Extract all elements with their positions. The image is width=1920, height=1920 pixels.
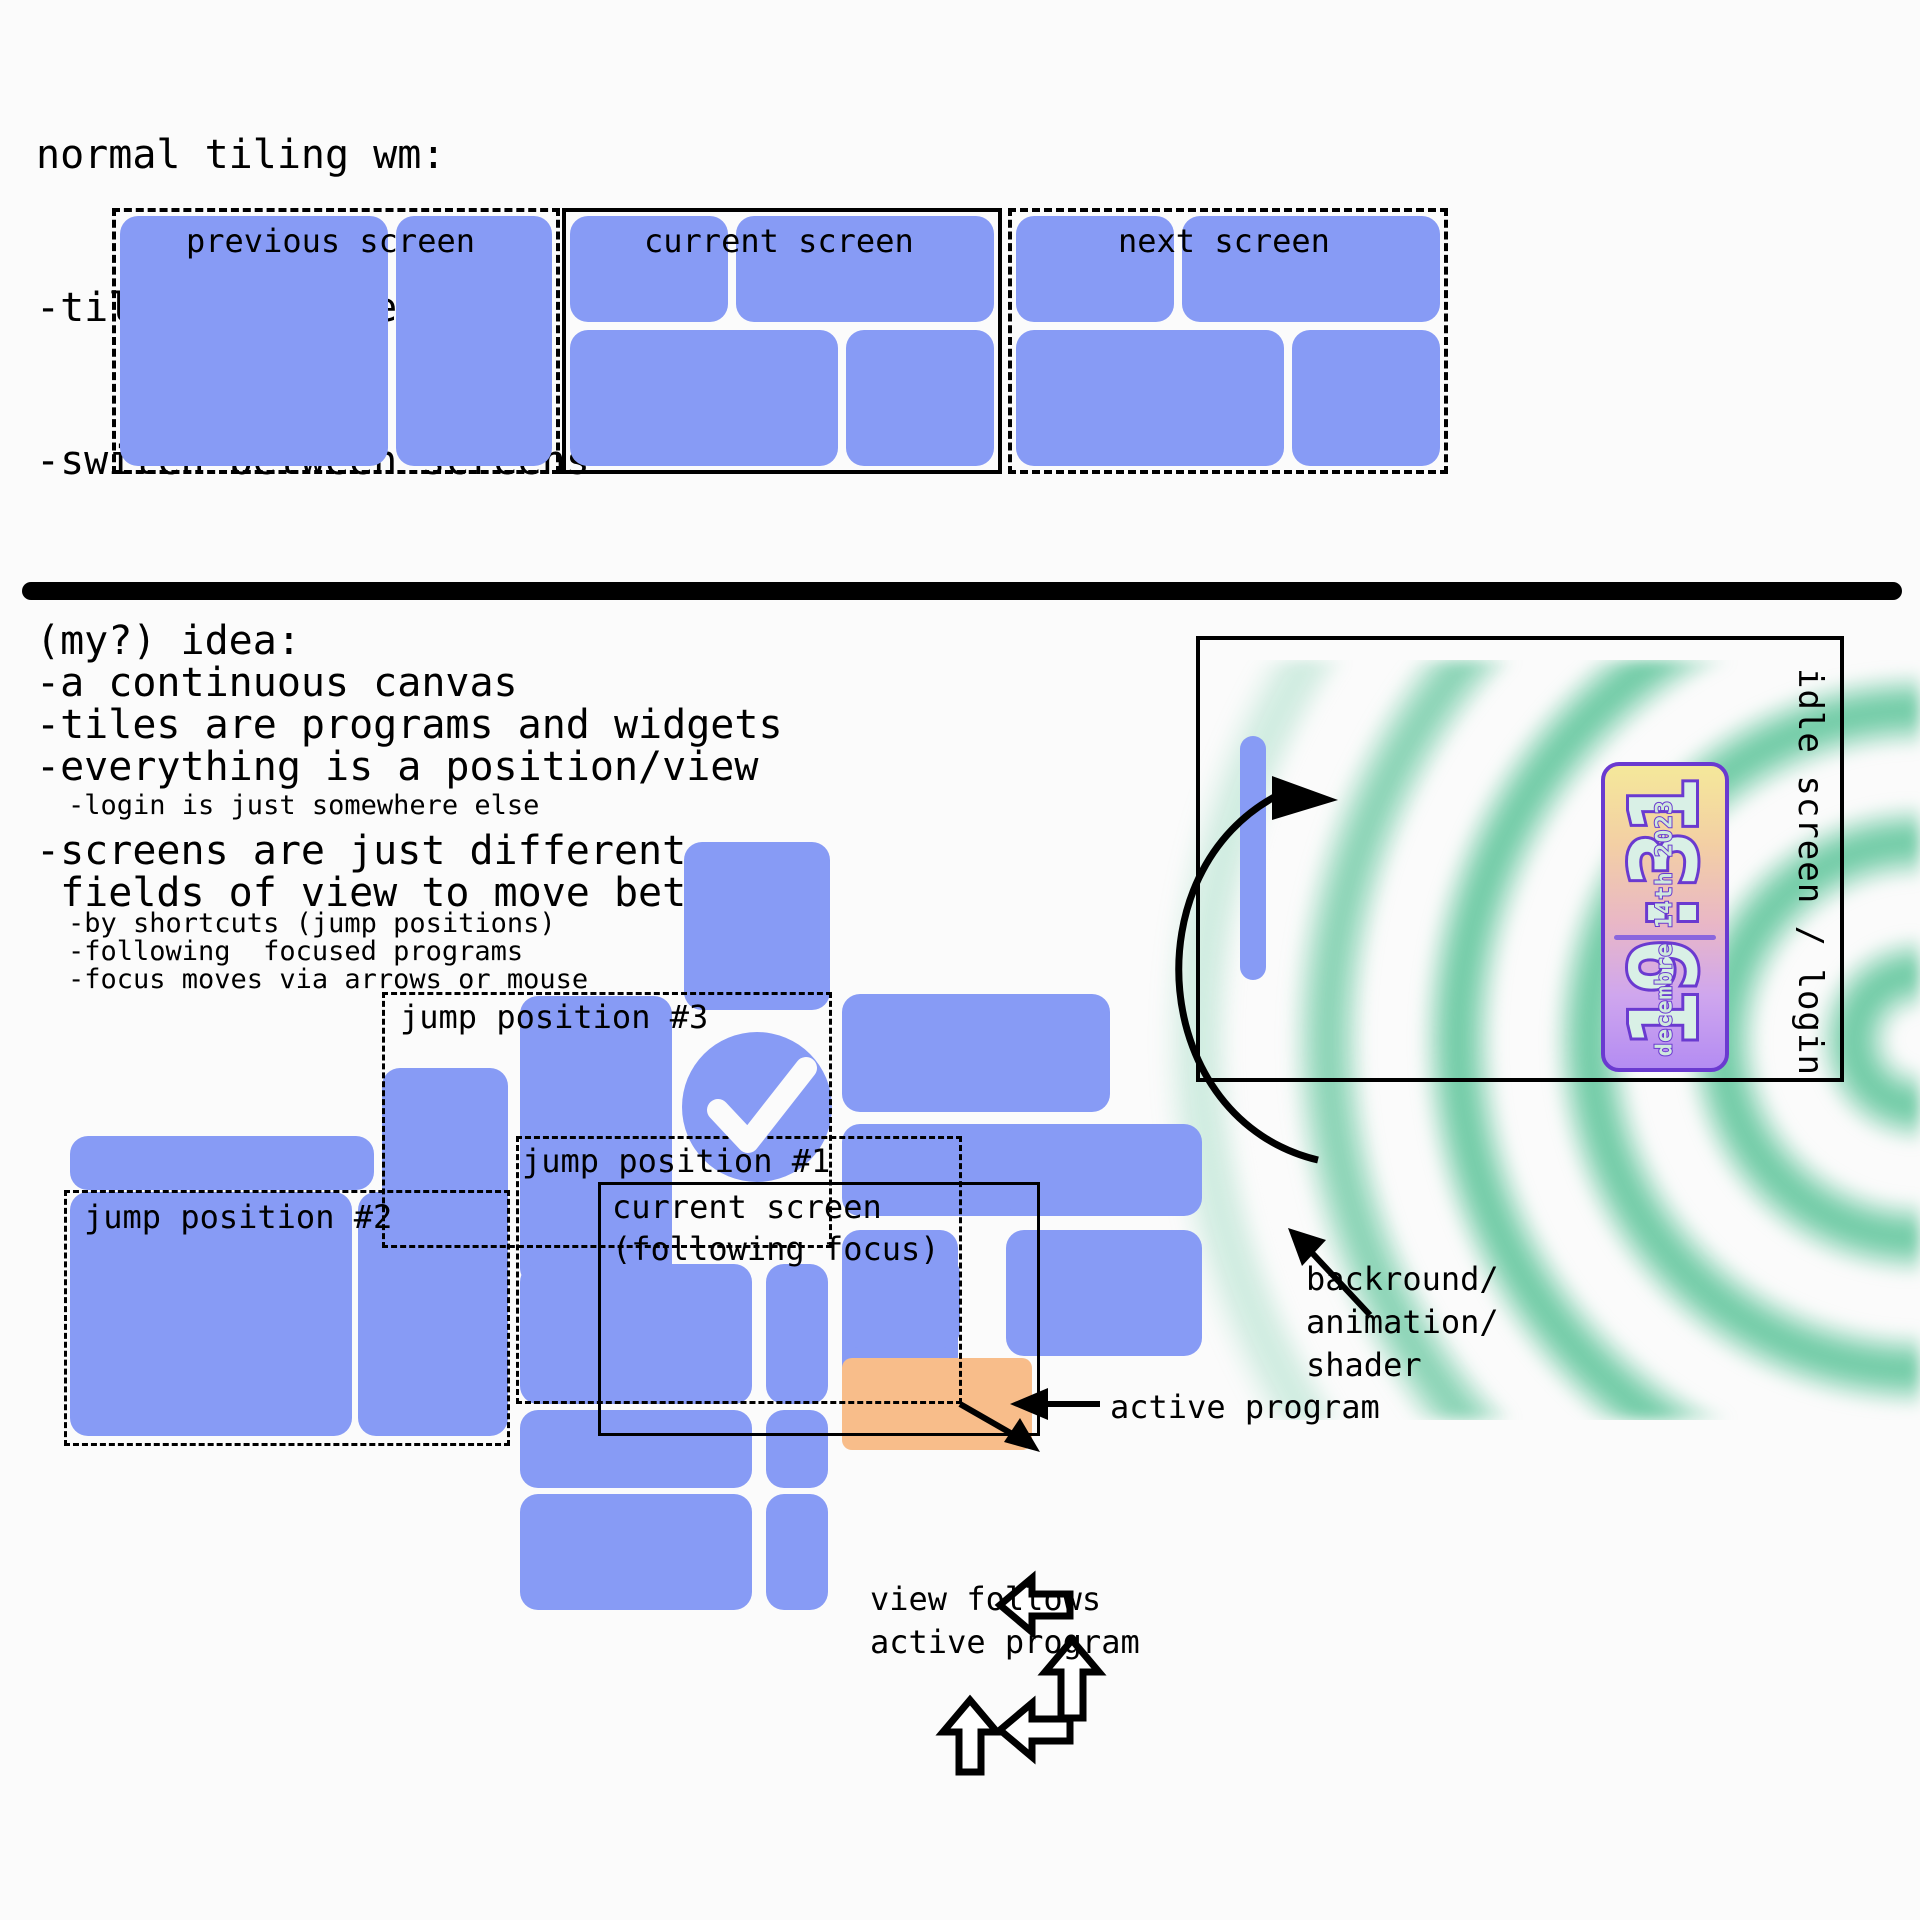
idea-subbullet-login: -login is just somewhere else — [68, 790, 540, 821]
clock-widget[interactable]: 19:31 decembre 14th 2023 — [1601, 762, 1729, 1072]
current-screen-label: current screen — [644, 222, 914, 260]
tile[interactable] — [842, 994, 1110, 1112]
idle-screen-label: idle screen / login — [1790, 668, 1830, 1076]
tile[interactable] — [846, 330, 994, 466]
background-annotation-line2: animation/ — [1306, 1303, 1499, 1341]
tile[interactable] — [70, 1136, 374, 1190]
jump-position-2-label: jump position #2 — [84, 1198, 393, 1236]
clock-sidebar-tile[interactable] — [1240, 736, 1266, 980]
tile[interactable] — [684, 842, 830, 1010]
idea-bullet-2: -everything is a position/view — [36, 744, 759, 790]
previous-screen-label: previous screen — [186, 222, 475, 260]
idle-screen-panel[interactable] — [1196, 636, 1844, 1082]
tile[interactable] — [520, 1494, 752, 1610]
clock-date: decembre 14th 2023 — [1652, 799, 1679, 1057]
jump-position-3-label: jump position #3 — [400, 998, 709, 1036]
view-follows-annotation-line2: active program — [870, 1623, 1140, 1661]
background-annotation-line1: backround/ — [1306, 1260, 1499, 1298]
next-screen-label: next screen — [1118, 222, 1330, 260]
jump-position-1-label: jump position #1 — [522, 1142, 831, 1180]
tile[interactable] — [1016, 330, 1284, 466]
section-divider — [22, 582, 1902, 600]
current-screen-following-label-line2: (following focus) — [612, 1230, 940, 1268]
focus-arrow-left-lower — [994, 1695, 1074, 1765]
top-heading-line-0: normal tiling wm: — [36, 132, 446, 178]
active-program-annotation: active program — [1110, 1388, 1380, 1426]
view-follows-annotation-line1: view follows — [870, 1580, 1102, 1618]
focus-arrow-up-left — [935, 1694, 1005, 1776]
tile[interactable] — [1292, 330, 1440, 466]
current-screen-following-label-line1: current screen — [612, 1188, 882, 1226]
tile[interactable] — [570, 330, 838, 466]
tile[interactable] — [766, 1494, 828, 1610]
background-annotation-line3: shader — [1306, 1346, 1422, 1384]
